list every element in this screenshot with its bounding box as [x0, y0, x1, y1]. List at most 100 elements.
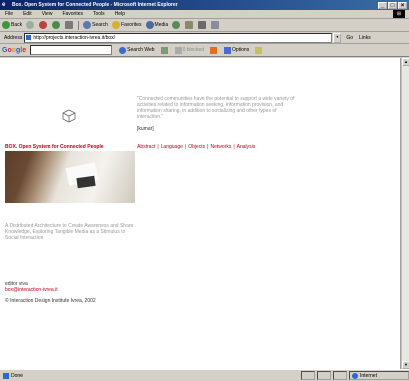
blocked-label: 0 blocked [182, 47, 204, 53]
toolbar-separator [78, 20, 80, 30]
cube-logo-icon [62, 109, 76, 123]
google-search-input[interactable] [30, 45, 113, 55]
security-zone: Internet [349, 371, 409, 380]
copyright-notice: © Interaction Design Institute Ivrea, 20… [5, 298, 96, 304]
forward-arrow-icon [26, 21, 35, 29]
menu-view[interactable]: View [37, 11, 58, 17]
highlight-button[interactable] [255, 46, 263, 54]
internet-globe-icon [352, 372, 358, 379]
back-label: Back [11, 22, 23, 28]
go-button[interactable]: Go [346, 35, 353, 41]
status-panel [333, 371, 347, 380]
home-button[interactable] [65, 21, 74, 29]
project-tagline: A Distributed Architecture to Create Awa… [5, 223, 134, 241]
autofill-icon [209, 46, 217, 54]
scroll-down-button[interactable]: ▼ [402, 361, 409, 369]
mail-button[interactable] [185, 21, 194, 29]
zone-label: Internet [360, 372, 377, 379]
back-arrow-icon [2, 21, 10, 29]
edit-button[interactable] [211, 21, 220, 29]
address-input[interactable]: http://projects.interaction-ivrea.it/box… [24, 32, 333, 43]
menu-file[interactable]: File [0, 11, 18, 17]
favorites-star-icon [111, 21, 120, 29]
menu-bar: File Edit View Favorites Tools Help ⊞ [0, 10, 409, 19]
links-button[interactable]: Links [359, 35, 371, 41]
favorites-label: Favorites [120, 22, 142, 28]
nav-separator: | [207, 144, 209, 150]
page-icon [26, 35, 32, 40]
search-web-label: Search Web [127, 47, 155, 53]
nav-language[interactable]: Language [161, 144, 183, 150]
status-panel [317, 371, 331, 380]
status-label: Done [11, 372, 23, 379]
stop-button[interactable] [39, 21, 48, 29]
nav-separator: | [184, 144, 187, 150]
forward-button[interactable] [26, 21, 35, 29]
status-text: Done [3, 372, 23, 379]
close-button[interactable]: × [398, 1, 407, 9]
google-toolbar: Google Search Web 0 blocked Options [0, 44, 409, 57]
menu-help[interactable]: Help [110, 11, 130, 17]
windows-logo-icon: ⊞ [393, 10, 405, 18]
mail-icon [185, 21, 194, 29]
menu-tools[interactable]: Tools [88, 11, 110, 17]
favorites-button[interactable]: Favorites [111, 21, 142, 29]
ie-icon: e [2, 1, 6, 8]
scroll-up-button[interactable]: ▲ [402, 58, 409, 66]
address-dropdown-button[interactable]: ▾ [333, 32, 342, 43]
stop-icon [39, 21, 48, 29]
nav-objects[interactable]: Objects [188, 144, 205, 150]
page-viewport: "Connected communities have the potentia… [0, 58, 401, 369]
title-bar: e Box. Open System for Connected People … [0, 0, 409, 10]
status-bar: Done Internet [0, 369, 409, 381]
contact-email-link[interactable]: box@interaction-ivrea.it [5, 287, 58, 293]
refresh-icon [52, 21, 61, 29]
pagerank-button[interactable] [160, 46, 169, 54]
quote-author: [kumar] [137, 126, 154, 132]
edit-icon [211, 21, 220, 29]
nav-analysis[interactable]: Analysis [237, 144, 256, 150]
page-done-icon [3, 372, 9, 379]
options-button[interactable]: Options [223, 46, 250, 54]
standard-toolbar: Back Search Favorites Media [0, 19, 409, 32]
highlighter-icon [255, 46, 263, 54]
pagerank-icon [160, 46, 168, 54]
maximize-button[interactable]: □ [388, 1, 397, 9]
address-url: http://projects.interaction-ivrea.it/box… [33, 34, 116, 41]
options-label: Options [231, 47, 250, 53]
history-button[interactable] [172, 21, 181, 29]
search-button[interactable]: Search [83, 21, 108, 29]
refresh-button[interactable] [52, 21, 61, 29]
media-label: Media [154, 22, 169, 28]
autofill-button[interactable] [209, 46, 218, 54]
nav-separator: | [157, 144, 159, 150]
site-nav: Abstract | Language | Objects | Networks | A… [137, 144, 255, 150]
popup-blocker-button[interactable]: 0 blocked [174, 46, 204, 54]
home-icon [65, 21, 74, 29]
menu-edit[interactable]: Edit [18, 11, 37, 17]
search-icon [83, 21, 92, 29]
search-web-icon [119, 46, 127, 54]
history-icon [172, 21, 181, 29]
vertical-scrollbar[interactable]: ▲ ▼ [401, 58, 409, 369]
hero-photo [5, 151, 135, 203]
intro-quote: "Connected communities have the potentia… [137, 96, 295, 120]
search-web-button[interactable]: Search Web [119, 46, 155, 54]
window-title: Box. Open System for Connected People - … [12, 2, 178, 8]
photo-object [76, 175, 96, 189]
menu-favorites[interactable]: Favorites [57, 11, 88, 17]
minimize-button[interactable]: _ [378, 1, 387, 9]
search-label: Search [92, 22, 108, 28]
popup-blocker-icon [174, 46, 182, 54]
nav-separator: | [233, 144, 235, 150]
back-button[interactable]: Back [2, 21, 22, 29]
print-icon [198, 21, 207, 29]
media-button[interactable]: Media [145, 21, 169, 29]
nav-abstract[interactable]: Abstract [137, 144, 155, 150]
site-title: BOX. Open System for Connected People [5, 144, 104, 150]
options-icon [223, 46, 231, 54]
print-button[interactable] [198, 21, 207, 29]
google-logo[interactable]: Google [2, 47, 26, 54]
nav-networks[interactable]: Networks [210, 144, 231, 150]
address-bar: Address http://projects.interaction-ivre… [0, 32, 409, 44]
